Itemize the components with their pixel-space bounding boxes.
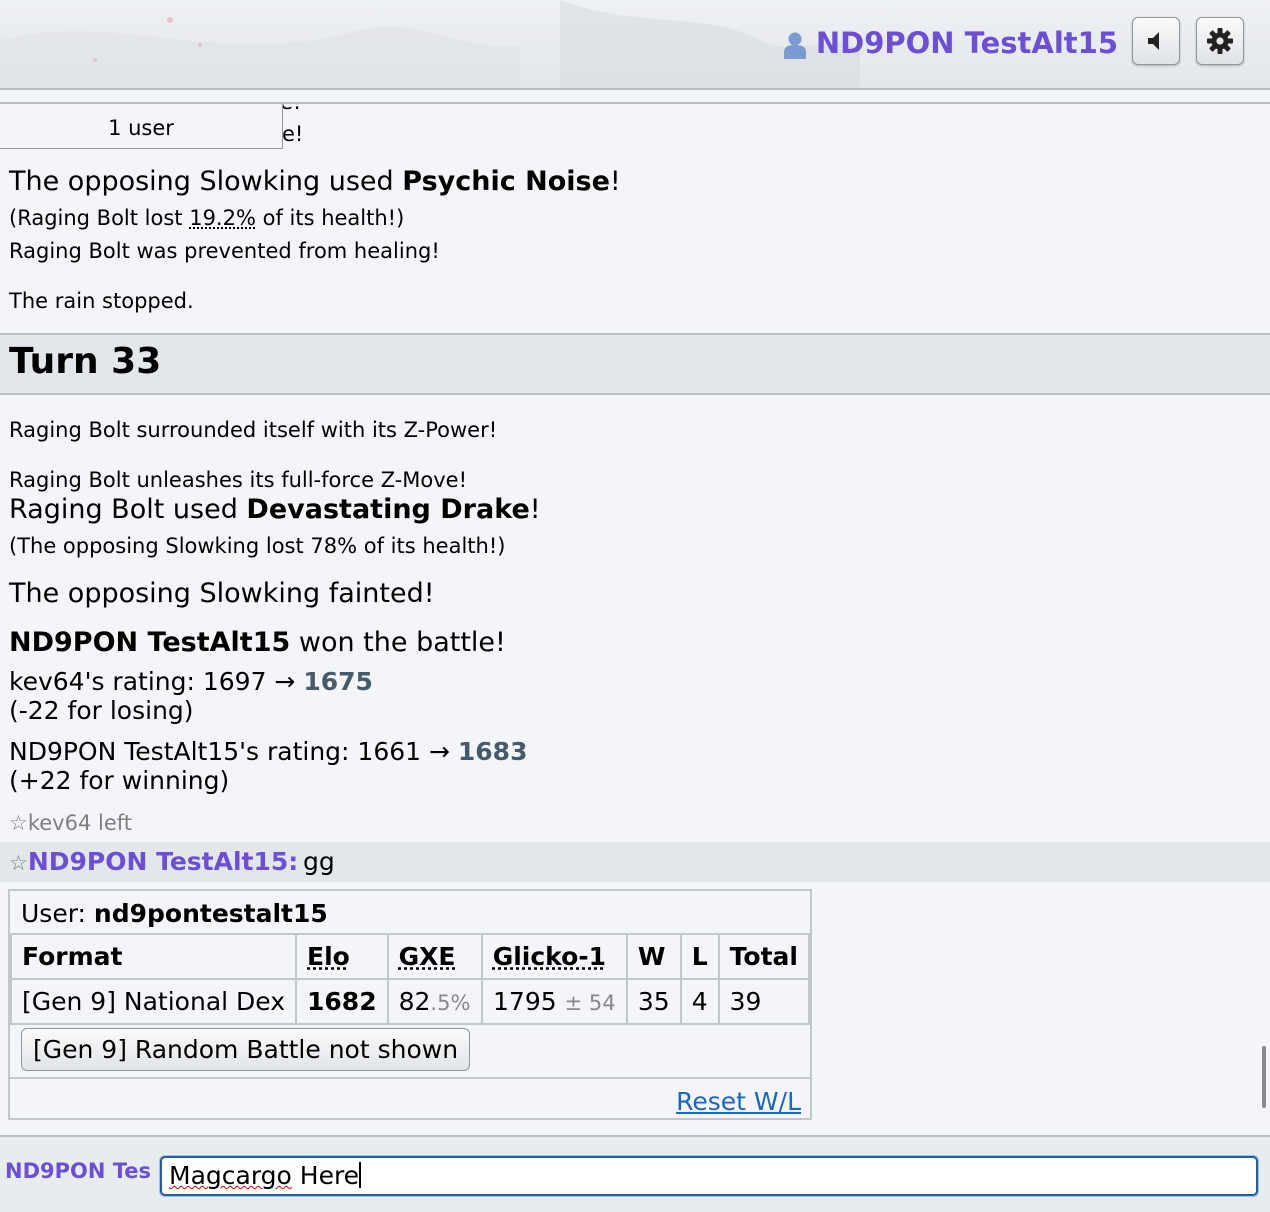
turn-label: Turn 33: [9, 341, 161, 382]
userlist-toggle[interactable]: 1 user: [0, 104, 283, 149]
divider: [10, 1077, 810, 1079]
chat-message-text: gg: [303, 847, 335, 876]
self-username[interactable]: ND9PON TestAlt15: [5, 1159, 151, 1183]
header-elo-label: Elo: [307, 942, 350, 971]
gxe-value: 82: [399, 987, 431, 1016]
gxe-decimal: .5%: [430, 991, 470, 1015]
header-gxe[interactable]: GXE: [388, 934, 482, 979]
log-text: Raging Bolt used: [9, 494, 246, 525]
cell-wins: 35: [627, 979, 681, 1024]
battle-log[interactable]: e! e! 1 user The opposing Slowking used …: [0, 102, 1270, 1137]
header-losses: L: [681, 934, 719, 979]
log-text: (Raging Bolt lost: [9, 206, 189, 230]
cell-elo: 1682: [296, 979, 388, 1024]
log-rating-line: ND9PON TestAlt15's rating: 1661 → 1683: [9, 737, 527, 766]
current-user-name: ND9PON TestAlt15: [816, 26, 1118, 60]
glicko-value: 1795: [493, 987, 557, 1016]
log-weather-line: The rain stopped.: [9, 289, 194, 313]
damage-percent[interactable]: 19.2%: [189, 206, 256, 230]
reset-wl-link[interactable]: Reset W/L: [676, 1087, 801, 1116]
stats-header-row: Format Elo GXE Glicko-1 W L Total: [11, 934, 809, 979]
header-format: Format: [11, 934, 296, 979]
log-prevent-line: Raging Bolt was prevented from healing!: [9, 239, 440, 263]
log-move-line: Raging Bolt used Devastating Drake!: [9, 494, 541, 525]
log-rating-note: (+22 for winning): [9, 766, 229, 795]
log-leave-line: ☆kev64 left: [9, 811, 132, 835]
speaker-icon: [1145, 30, 1167, 52]
cell-format: [Gen 9] National Dex: [11, 979, 296, 1024]
misspelled-word[interactable]: Magcargo: [169, 1161, 292, 1190]
chat-username[interactable]: ☆ND9PON TestAlt15:: [9, 847, 298, 876]
log-rating-note: (-22 for losing): [9, 696, 194, 725]
log-damage-line: (The opposing Slowking lost 78% of its h…: [9, 534, 505, 558]
new-rating: 1683: [458, 737, 528, 766]
log-win-line: ND9PON TestAlt15 won the battle!: [9, 627, 506, 658]
text-caret: [359, 1162, 361, 1188]
turn-header: Turn 33: [0, 333, 1270, 395]
log-text: kev64's rating: 1697 →: [9, 667, 303, 696]
stats-user-line: User: nd9pontestalt15: [21, 899, 328, 928]
log-text: !: [530, 494, 541, 525]
log-zpower-line: Raging Bolt surrounded itself with its Z…: [9, 418, 497, 442]
log-cut-line-2: e!: [282, 122, 303, 146]
cell-glicko: 1795 ± 54: [482, 979, 627, 1024]
cell-gxe: 82.5%: [388, 979, 482, 1024]
log-move-line: The opposing Slowking used Psychic Noise…: [9, 166, 621, 197]
elo-value: 1682: [307, 987, 377, 1016]
glicko-deviation: ± 54: [565, 991, 616, 1015]
table-row: [Gen 9] National Dex 1682 82.5% 1795 ± 5…: [11, 979, 809, 1024]
header-total: Total: [719, 934, 809, 979]
log-faint-line: The opposing Slowking fainted!: [9, 578, 435, 609]
log-cut-line-1: e!: [280, 102, 301, 114]
log-damage-line: (Raging Bolt lost 19.2% of its health!): [9, 206, 404, 230]
header-glicko-label: Glicko-1: [493, 942, 606, 971]
gear-icon: [1206, 27, 1234, 55]
star-icon: ☆: [9, 851, 28, 875]
log-text: kev64 left: [28, 811, 132, 835]
chat-username-text: ND9PON TestAlt15:: [28, 847, 298, 876]
chat-footer: ND9PON TestAlt15 Magcargo Here: [0, 1135, 1270, 1212]
chat-message: ☆ND9PON TestAlt15: gg: [0, 842, 1270, 882]
new-rating: 1675: [303, 667, 373, 696]
log-text: !: [610, 166, 621, 197]
current-user[interactable]: ND9PON TestAlt15: [782, 27, 1118, 59]
input-text: Here: [292, 1161, 359, 1190]
log-text: ND9PON TestAlt15's rating: 1661 →: [9, 737, 458, 766]
header-elo[interactable]: Elo: [296, 934, 388, 979]
log-rating-line: kev64's rating: 1697 → 1675: [9, 667, 373, 696]
sound-button[interactable]: [1132, 17, 1180, 65]
chat-input[interactable]: Magcargo Here: [160, 1156, 1258, 1196]
stats-table: Format Elo GXE Glicko-1 W L Total [Gen 9…: [10, 933, 810, 1025]
ladder-stats-box: User: nd9pontestalt15 Format Elo GXE Gli…: [8, 889, 812, 1120]
star-icon: ☆: [9, 811, 28, 835]
log-zmove-line: Raging Bolt unleashes its full-force Z-M…: [9, 468, 467, 492]
header-glicko[interactable]: Glicko-1: [482, 934, 627, 979]
header-gxe-label: GXE: [399, 942, 456, 971]
random-battle-toggle-button[interactable]: [Gen 9] Random Battle not shown: [21, 1028, 470, 1071]
cell-total: 39: [719, 979, 809, 1024]
winner-name: ND9PON TestAlt15: [9, 627, 290, 658]
header-wins: W: [627, 934, 681, 979]
log-text: of its health!): [256, 206, 404, 230]
move-name: Devastating Drake: [246, 494, 529, 525]
stats-user-id: nd9pontestalt15: [94, 899, 328, 928]
settings-button[interactable]: [1196, 17, 1244, 65]
stats-user-label: User:: [21, 899, 94, 928]
log-text: won the battle!: [290, 627, 506, 658]
log-text: The opposing Slowking used: [9, 166, 402, 197]
top-header: ND9PON TestAlt15: [0, 0, 1270, 90]
log-scrollbar[interactable]: [1262, 1046, 1266, 1108]
user-icon: [782, 31, 808, 59]
move-name: Psychic Noise: [402, 166, 610, 197]
cell-losses: 4: [681, 979, 719, 1024]
